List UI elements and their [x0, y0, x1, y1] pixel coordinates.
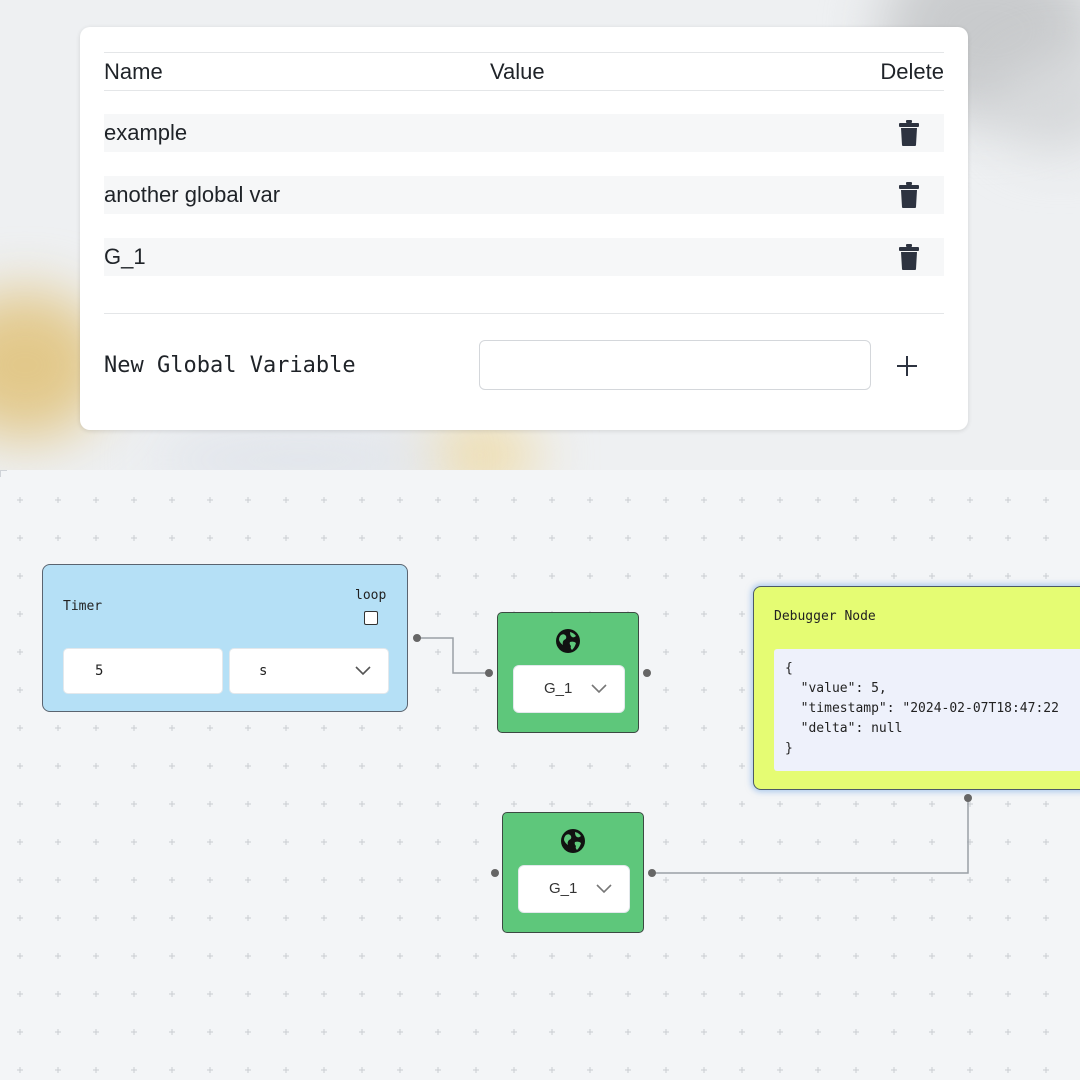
- globe-icon: [556, 629, 580, 653]
- globe-icon: [561, 829, 585, 853]
- variable-select[interactable]: G_1: [519, 866, 629, 912]
- unit-select-value: s: [259, 663, 268, 679]
- variable-select[interactable]: G_1: [514, 666, 624, 712]
- chevron-down-icon: [591, 684, 607, 694]
- timer-output-handle[interactable]: [413, 634, 421, 642]
- chevron-down-icon: [596, 884, 612, 894]
- debugger-node[interactable]: Debugger Node { "value": 5, "timestamp":…: [753, 586, 1080, 790]
- chevron-down-icon: [355, 666, 371, 676]
- global-input-handle[interactable]: [485, 669, 493, 677]
- global-output-handle[interactable]: [648, 869, 656, 877]
- variable-select-value: G_1: [549, 880, 578, 897]
- global-input-handle[interactable]: [491, 869, 499, 877]
- global-output-handle[interactable]: [643, 669, 651, 677]
- variable-select-value: G_1: [544, 680, 573, 697]
- timer-node[interactable]: Timer loop 5 s: [42, 564, 408, 712]
- debugger-output: { "value": 5, "timestamp": "2024-02-07T1…: [774, 649, 1080, 771]
- debugger-title: Debugger Node: [774, 609, 876, 624]
- interval-input[interactable]: 5: [64, 649, 222, 693]
- timer-title: Timer: [63, 599, 103, 614]
- edge-global-to-debugger[interactable]: [652, 798, 969, 874]
- global-variable-node[interactable]: G_1: [502, 812, 644, 933]
- loop-label: loop: [355, 588, 387, 603]
- unit-select[interactable]: s: [230, 649, 388, 693]
- debugger-input-handle[interactable]: [964, 794, 972, 802]
- loop-checkbox[interactable]: [364, 611, 378, 625]
- global-variable-node[interactable]: G_1: [497, 612, 639, 733]
- edge-timer-to-global[interactable]: [417, 637, 489, 674]
- debugger-output-text: { "value": 5, "timestamp": "2024-02-07T1…: [785, 661, 1059, 756]
